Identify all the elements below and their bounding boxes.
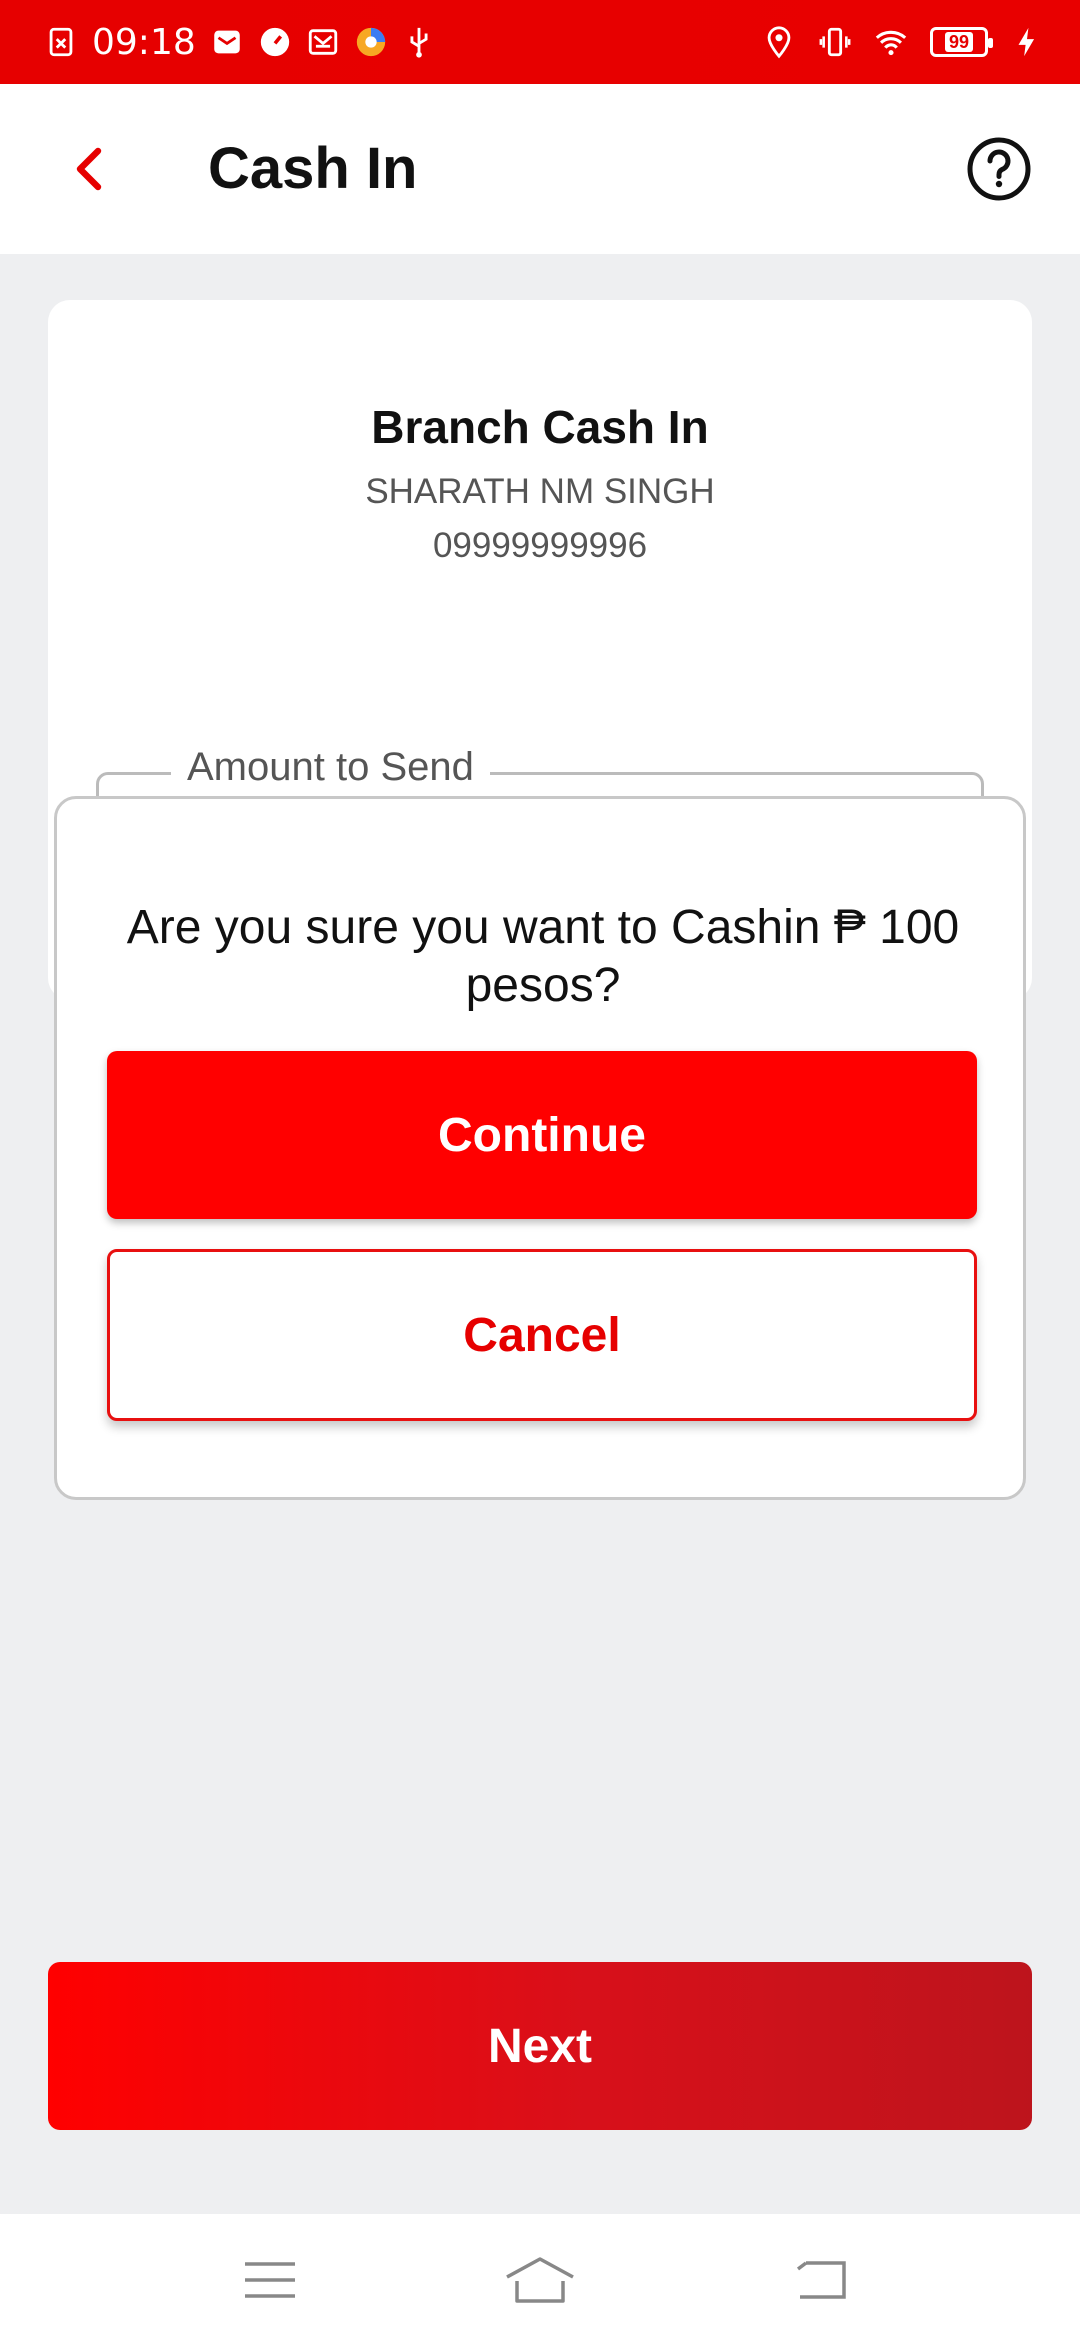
usb-icon	[402, 25, 436, 59]
mail-icon	[210, 25, 244, 59]
screenshot-icon	[44, 25, 78, 59]
home-button[interactable]	[500, 2250, 580, 2310]
next-button[interactable]: Next	[48, 1962, 1032, 2130]
battery-icon: 99	[930, 27, 993, 57]
wifi-icon	[874, 25, 908, 59]
battery-level: 99	[944, 32, 974, 52]
location-icon	[762, 25, 796, 59]
menu-icon	[245, 2262, 295, 2298]
continue-button[interactable]: Continue	[107, 1051, 977, 1219]
dialog-message: Are you sure you want to Cashin ₱ 100 pe…	[126, 901, 960, 1012]
menu-button[interactable]	[230, 2250, 310, 2310]
confirm-dialog: Are you sure you want to Cashin ₱ 100 pe…	[54, 796, 1026, 1500]
help-button[interactable]	[966, 136, 1032, 202]
status-time: 09:18	[92, 21, 196, 63]
message-icon	[306, 25, 340, 59]
back-button[interactable]	[60, 134, 120, 204]
account-name: SHARATH NM SINGH	[365, 472, 715, 511]
system-nav-bar	[0, 2214, 1080, 2340]
page-title: Cash In	[208, 136, 418, 201]
chevron-left-icon	[76, 147, 102, 191]
browser-icon	[354, 25, 388, 59]
status-bar: 09:18 99	[0, 0, 1080, 84]
account-phone: 09999999996	[432, 526, 648, 565]
cancel-button[interactable]: Cancel	[107, 1249, 977, 1421]
charging-icon	[1010, 25, 1044, 59]
card-title: Branch Cash In	[371, 401, 709, 453]
back-nav-button[interactable]	[782, 2250, 862, 2310]
help-circle-icon	[967, 137, 1031, 201]
back-icon	[796, 2261, 846, 2299]
app-header: Cash In	[0, 84, 1080, 254]
vibrate-icon	[818, 25, 852, 59]
amount-label: Amount to Send	[171, 745, 490, 790]
status-right: 99	[762, 18, 1044, 66]
status-left: 09:18	[44, 18, 436, 66]
speedometer-icon	[258, 25, 292, 59]
home-icon	[506, 2257, 574, 2303]
